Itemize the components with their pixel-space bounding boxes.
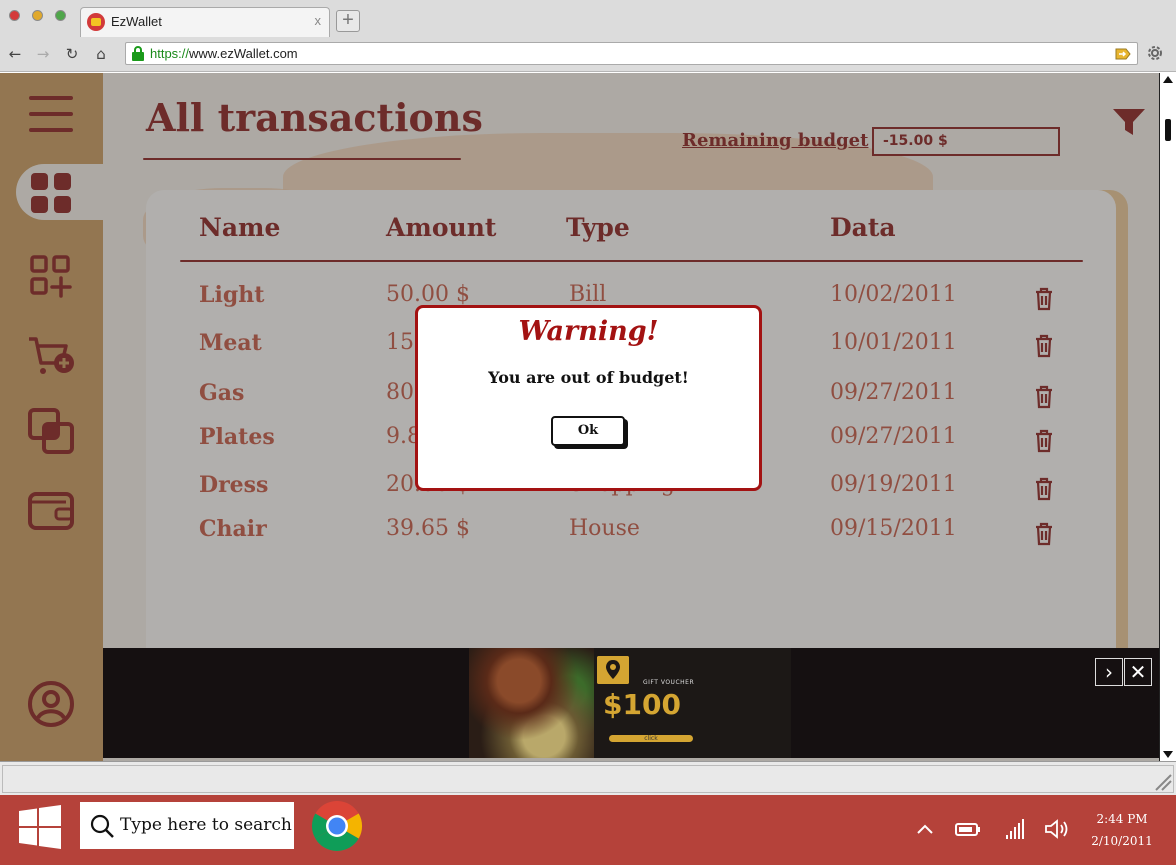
browser-tab[interactable]: EzWallet x bbox=[80, 7, 330, 37]
volume-icon[interactable] bbox=[1042, 817, 1072, 841]
bookmark-icon[interactable] bbox=[1115, 46, 1131, 62]
ad-banner: GIFT VOUCHER $100 click › ✕ bbox=[103, 648, 1159, 758]
browser-toolbar: EzWallet x + ← → ↻ ⌂ https://www.ezWalle… bbox=[0, 0, 1176, 72]
url-text: https://www.ezWallet.com bbox=[150, 46, 298, 61]
resize-grip-icon[interactable] bbox=[1152, 771, 1172, 791]
search-icon bbox=[90, 814, 114, 838]
address-bar[interactable]: https://www.ezWallet.com bbox=[125, 42, 1138, 65]
windows-start-icon[interactable] bbox=[18, 805, 62, 849]
system-clock[interactable]: 2:44 PM 2/10/2011 bbox=[1086, 808, 1158, 852]
warning-dialog: Warning! You are out of budget! Ok bbox=[415, 305, 762, 491]
minimize-window-button[interactable] bbox=[32, 10, 43, 21]
scroll-up-icon[interactable] bbox=[1163, 76, 1173, 83]
ad-close-icon[interactable]: ✕ bbox=[1124, 658, 1152, 686]
food-image bbox=[469, 648, 594, 758]
location-pin-icon bbox=[597, 656, 629, 684]
battery-icon[interactable] bbox=[953, 817, 983, 841]
clock-time: 2:44 PM bbox=[1096, 812, 1148, 826]
back-icon[interactable]: ← bbox=[5, 44, 25, 64]
ad-click-button[interactable]: click bbox=[609, 735, 693, 742]
taskbar: Type here to search 2:44 PM 2/10/2011 bbox=[0, 795, 1176, 865]
chrome-icon[interactable] bbox=[311, 800, 363, 852]
ad-next-icon[interactable]: › bbox=[1095, 658, 1123, 686]
new-tab-button[interactable]: + bbox=[336, 10, 360, 32]
status-area bbox=[2, 765, 1174, 793]
signal-icon[interactable] bbox=[1001, 817, 1031, 841]
forward-icon[interactable]: → bbox=[33, 44, 53, 64]
home-icon[interactable]: ⌂ bbox=[91, 44, 111, 64]
taskbar-search-box[interactable]: Type here to search bbox=[80, 802, 294, 849]
gear-icon[interactable] bbox=[1146, 44, 1164, 62]
wallet-favicon-icon bbox=[87, 13, 105, 31]
maximize-window-button[interactable] bbox=[55, 10, 66, 21]
dialog-message: You are out of budget! bbox=[488, 368, 689, 387]
ad-voucher-label: GIFT VOUCHER bbox=[643, 679, 695, 686]
search-placeholder: Type here to search bbox=[120, 815, 292, 835]
scrollbar[interactable] bbox=[1159, 73, 1176, 761]
ad-amount: $100 bbox=[603, 688, 681, 721]
browser-status-bar bbox=[0, 761, 1176, 795]
chevron-up-icon[interactable] bbox=[910, 817, 940, 841]
close-window-button[interactable] bbox=[9, 10, 20, 21]
dialog-title: Warning! bbox=[518, 316, 659, 347]
ok-button[interactable]: Ok bbox=[551, 416, 625, 446]
scroll-down-icon[interactable] bbox=[1163, 751, 1173, 758]
clock-date: 2/10/2011 bbox=[1091, 834, 1153, 848]
scrollbar-thumb[interactable] bbox=[1165, 119, 1171, 141]
tab-title: EzWallet bbox=[111, 14, 162, 29]
lock-icon bbox=[132, 46, 144, 61]
gift-voucher-ad[interactable]: GIFT VOUCHER $100 click bbox=[469, 648, 791, 758]
reload-icon[interactable]: ↻ bbox=[62, 44, 82, 64]
tab-close-button[interactable]: x bbox=[315, 13, 322, 28]
